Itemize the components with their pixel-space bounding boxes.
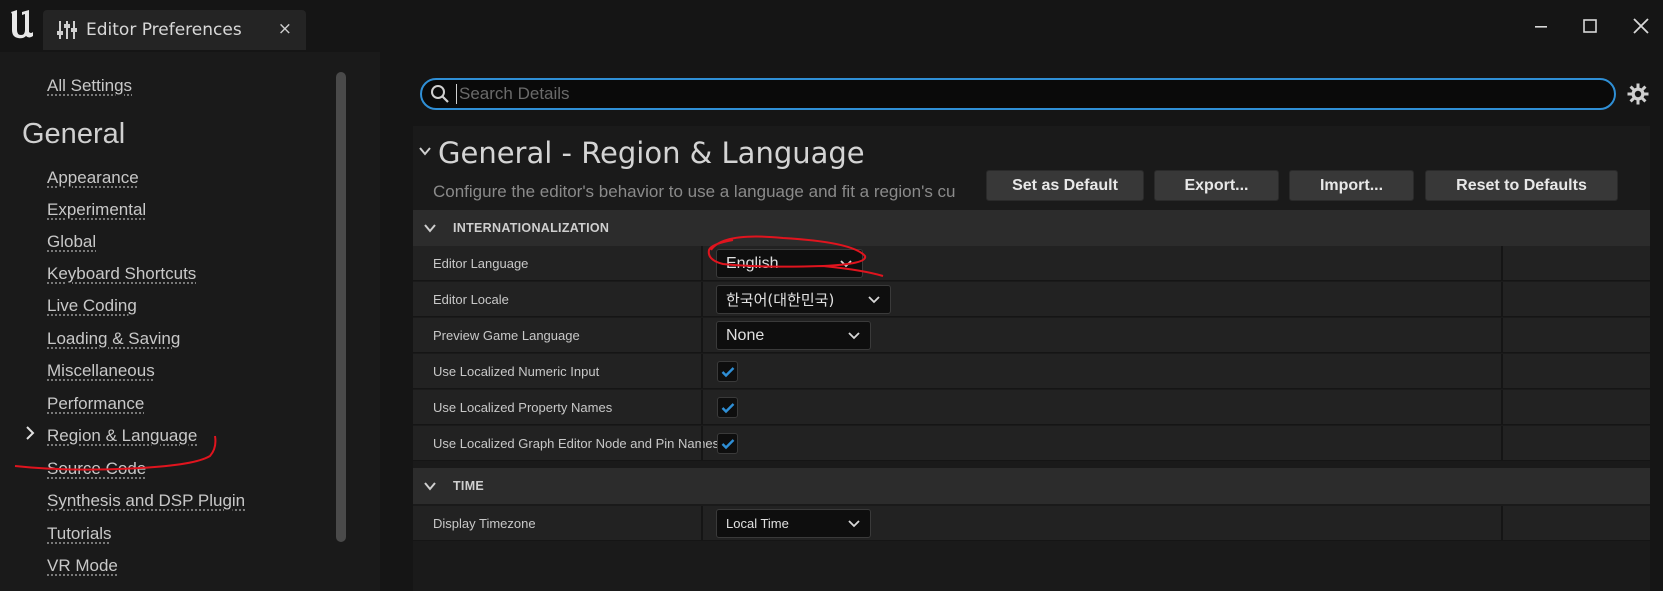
editor-preferences-tab[interactable]: Editor Preferences ×	[43, 10, 306, 50]
column-splitter[interactable]	[1501, 426, 1503, 460]
category-label: TIME	[453, 479, 485, 493]
sidebar-item-experimental[interactable]: Experimental	[47, 200, 146, 220]
search-icon	[431, 85, 449, 103]
chevron-down-icon	[848, 520, 860, 528]
reset-to-defaults-button[interactable]: Reset to Defaults	[1425, 170, 1618, 201]
editor-locale-dropdown[interactable]: 한국어(대한민국)	[716, 285, 891, 314]
column-splitter[interactable]	[701, 354, 703, 388]
sidebar-item-loading-saving[interactable]: Loading & Saving	[47, 329, 180, 349]
property-row-editor-language: Editor Language English	[413, 246, 1650, 281]
search-bar[interactable]	[420, 78, 1616, 110]
display-timezone-dropdown[interactable]: Local Time	[716, 509, 871, 538]
checkmark-icon	[721, 438, 734, 449]
column-splitter[interactable]	[701, 506, 703, 540]
sidebar-item-region-language[interactable]: Region & Language	[47, 426, 197, 446]
gear-icon[interactable]	[1626, 82, 1650, 106]
unreal-logo-icon[interactable]	[4, 6, 40, 42]
column-splitter[interactable]	[1501, 246, 1503, 280]
settings-sidebar: All Settings General Appearance Experime…	[0, 52, 380, 591]
column-splitter[interactable]	[701, 282, 703, 316]
column-splitter[interactable]	[701, 318, 703, 352]
splitter[interactable]	[380, 52, 413, 591]
dropdown-value: English	[726, 254, 779, 272]
search-input[interactable]	[456, 84, 1614, 104]
property-name: Editor Locale	[433, 292, 509, 307]
close-icon[interactable]	[1627, 12, 1655, 40]
property-row-preview-game-language: Preview Game Language None	[413, 318, 1650, 353]
sidebar-item-live-coding[interactable]: Live Coding	[47, 296, 137, 316]
dropdown-value: None	[726, 326, 765, 344]
chevron-down-icon	[868, 296, 880, 304]
section-collapse-chevron-icon[interactable]	[418, 144, 432, 158]
editor-language-dropdown[interactable]: English	[716, 249, 863, 278]
tab-title: Editor Preferences	[86, 20, 242, 40]
sidebar-item-vr-mode[interactable]: VR Mode	[47, 556, 118, 576]
property-name: Use Localized Property Names	[433, 400, 613, 415]
details-panel: General - Region & Language Configure th…	[413, 126, 1650, 591]
section-description: Configure the editor's behavior to use a…	[433, 182, 956, 201]
sidebar-item-source-code[interactable]: Source Code	[47, 459, 146, 479]
column-splitter[interactable]	[701, 390, 703, 424]
category-header-time[interactable]: TIME	[413, 468, 1650, 504]
column-splitter[interactable]	[1501, 318, 1503, 352]
column-splitter[interactable]	[1501, 282, 1503, 316]
column-splitter[interactable]	[1501, 506, 1503, 540]
chevron-down-icon	[424, 482, 436, 491]
sidebar-item-synthesis-dsp-plugin[interactable]: Synthesis and DSP Plugin	[47, 491, 245, 511]
sidebar-all-settings-link[interactable]: All Settings	[47, 76, 132, 96]
details-area: General - Region & Language Configure th…	[413, 52, 1663, 591]
sidebar-item-appearance[interactable]: Appearance	[47, 168, 139, 188]
dropdown-value: Local Time	[726, 516, 789, 531]
localized-graph-editor-names-checkbox[interactable]	[717, 433, 738, 454]
active-item-chevron-icon	[25, 426, 35, 444]
export-button[interactable]: Export...	[1154, 170, 1279, 201]
property-name: Use Localized Numeric Input	[433, 364, 600, 379]
sliders-icon	[57, 21, 77, 39]
property-name: Editor Language	[433, 256, 529, 271]
property-name: Preview Game Language	[433, 328, 580, 343]
preview-game-language-dropdown[interactable]: None	[716, 321, 871, 350]
sidebar-scrollbar[interactable]	[336, 72, 346, 542]
column-splitter[interactable]	[1501, 390, 1503, 424]
property-name: Display Timezone	[433, 516, 536, 531]
column-splitter[interactable]	[701, 426, 703, 460]
title-bar: Editor Preferences ×	[0, 0, 1663, 52]
checkmark-icon	[721, 366, 734, 377]
dropdown-value: 한국어(대한민국)	[726, 291, 835, 309]
property-row-localized-numeric-input: Use Localized Numeric Input	[413, 354, 1650, 389]
localized-property-names-checkbox[interactable]	[717, 397, 738, 418]
column-splitter[interactable]	[701, 246, 703, 280]
category-header-internationalization[interactable]: INTERNATIONALIZATION	[413, 210, 1650, 246]
tab-close-icon[interactable]: ×	[278, 19, 292, 39]
sidebar-item-miscellaneous[interactable]: Miscellaneous	[47, 361, 155, 381]
sidebar-item-keyboard-shortcuts[interactable]: Keyboard Shortcuts	[47, 264, 196, 284]
import-button[interactable]: Import...	[1289, 170, 1414, 201]
property-row-localized-property-names: Use Localized Property Names	[413, 390, 1650, 425]
property-row-editor-locale: Editor Locale 한국어(대한민국)	[413, 282, 1650, 317]
minimize-icon[interactable]	[1527, 12, 1555, 40]
sidebar-item-performance[interactable]: Performance	[47, 394, 144, 414]
property-row-localized-graph-editor-names: Use Localized Graph Editor Node and Pin …	[413, 426, 1650, 461]
sidebar-heading-general: General	[22, 118, 126, 150]
localized-numeric-input-checkbox[interactable]	[717, 361, 738, 382]
chevron-down-icon	[848, 332, 860, 340]
property-row-display-timezone: Display Timezone Local Time	[413, 506, 1650, 541]
column-splitter[interactable]	[1501, 354, 1503, 388]
maximize-icon[interactable]	[1576, 12, 1604, 40]
chevron-down-icon	[840, 260, 852, 268]
category-label: INTERNATIONALIZATION	[453, 221, 610, 235]
sidebar-item-tutorials[interactable]: Tutorials	[47, 524, 112, 544]
chevron-down-icon	[424, 224, 436, 233]
property-name: Use Localized Graph Editor Node and Pin …	[433, 436, 720, 451]
sidebar-item-global[interactable]: Global	[47, 232, 96, 252]
set-as-default-button[interactable]: Set as Default	[986, 170, 1144, 201]
section-title: General - Region & Language	[438, 136, 865, 170]
checkmark-icon	[721, 402, 734, 413]
